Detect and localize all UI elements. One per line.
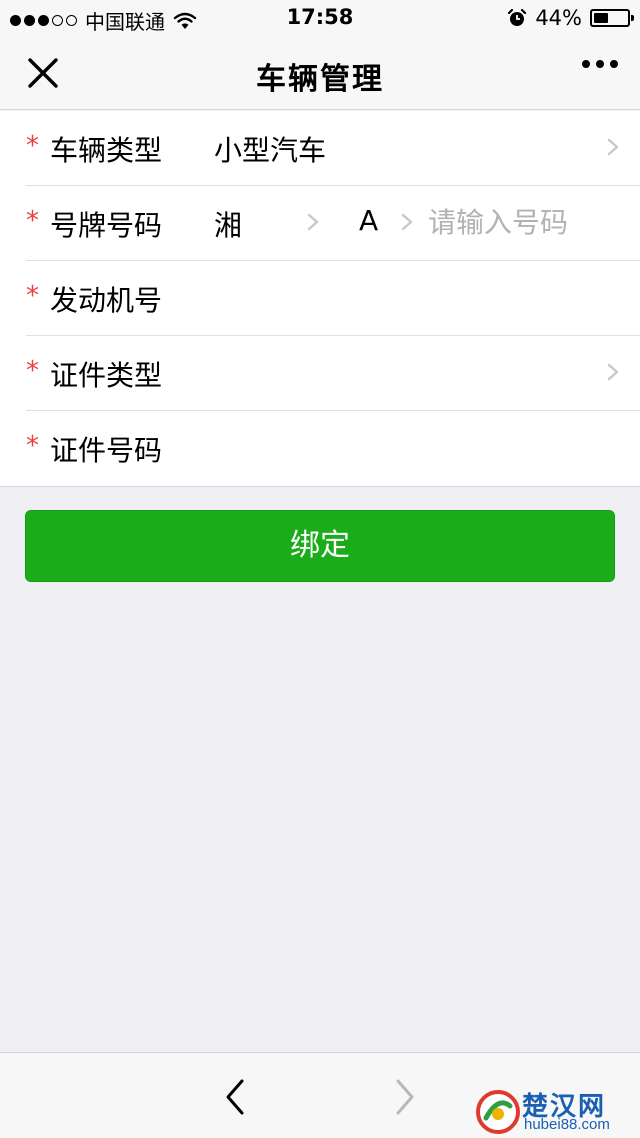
id-type-row[interactable]: * 证件类型 [26, 336, 640, 411]
battery-fill [594, 13, 608, 23]
required-mark: * [26, 356, 39, 386]
required-mark: * [26, 431, 39, 461]
chevron-right-icon [607, 363, 619, 381]
more-icon[interactable] [582, 60, 618, 68]
plate-number-row: * 号牌号码 湘 A [26, 186, 640, 261]
vehicle-form: * 车辆类型 小型汽车 * 号牌号码 湘 A * 发动机号 * 证件类型 * 证… [0, 111, 640, 487]
id-number-label: 证件号码 [50, 434, 163, 467]
chevron-left-icon[interactable] [222, 1077, 248, 1117]
vehicle-type-row[interactable]: * 车辆类型 小型汽车 [26, 111, 640, 186]
watermark-logo [476, 1090, 520, 1134]
bind-button[interactable]: 绑定 [25, 510, 615, 582]
status-bar: 中国联通 17:58 44% [0, 0, 640, 36]
engine-number-label: 发动机号 [50, 284, 163, 317]
watermark: 楚汉网 hubei88.com [476, 1086, 636, 1136]
chevron-right-icon [607, 138, 619, 156]
vehicle-type-label: 车辆类型 [50, 134, 163, 167]
id-type-label: 证件类型 [50, 359, 163, 392]
engine-number-row[interactable]: * 发动机号 [26, 261, 640, 336]
chevron-right-icon[interactable] [392, 1077, 418, 1117]
status-bar-right: 44% [507, 6, 634, 30]
required-mark: * [26, 206, 39, 236]
plate-number-input[interactable] [428, 200, 628, 244]
battery-icon [590, 9, 634, 27]
nav-bar: 车辆管理 [0, 36, 640, 110]
watermark-url: hubei88.com [524, 1116, 610, 1133]
alarm-clock-icon [508, 8, 527, 26]
required-mark: * [26, 131, 39, 161]
plate-letter-select[interactable]: A [359, 204, 378, 237]
battery-percent: 44% [535, 6, 582, 30]
plate-number-label: 号牌号码 [50, 209, 163, 242]
required-mark: * [26, 281, 39, 311]
chevron-right-icon [307, 213, 319, 231]
page-title: 车辆管理 [256, 62, 384, 97]
id-number-row[interactable]: * 证件号码 [26, 411, 640, 486]
plate-province-select[interactable]: 湘 [214, 204, 242, 244]
vehicle-type-value: 小型汽车 [214, 134, 327, 167]
chevron-right-icon [401, 213, 413, 231]
